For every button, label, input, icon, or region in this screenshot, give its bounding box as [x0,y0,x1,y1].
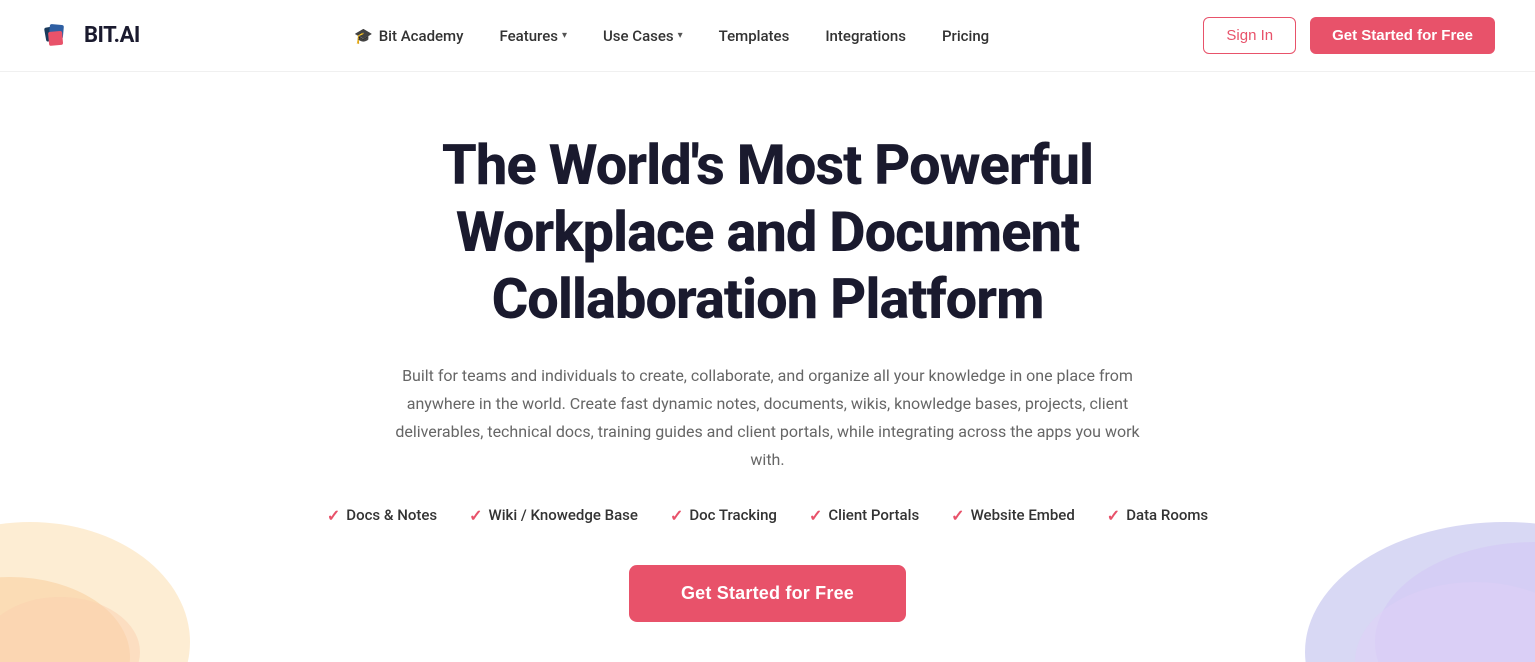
nav-item-academy[interactable]: 🎓 Bit Academy [354,27,463,45]
feature-label-docs: Docs & Notes [346,506,437,524]
features-link[interactable]: Features ▾ [499,27,567,45]
academy-link[interactable]: 🎓 Bit Academy [354,27,463,45]
nav-item-features[interactable]: Features ▾ [499,27,567,45]
logo[interactable]: BIT.AI [40,18,140,54]
feature-label-portals: Client Portals [828,506,919,524]
feature-label-embed: Website Embed [971,506,1075,524]
integrations-link[interactable]: Integrations [825,27,906,45]
nav-item-pricing[interactable]: Pricing [942,27,989,45]
check-icon-tracking: ✓ [670,506,683,525]
use-cases-chevron-icon: ▾ [678,30,683,41]
logo-icon [40,18,76,54]
deco-right-shape [1255,462,1535,662]
navbar: BIT.AI 🎓 Bit Academy Features ▾ Use Case… [0,0,1535,72]
deco-left-shape [0,482,220,662]
hero-subtitle: Built for teams and individuals to creat… [388,362,1148,474]
feature-label-tracking: Doc Tracking [689,506,777,524]
features-chevron-icon: ▾ [562,30,567,41]
feature-doc-tracking: ✓ Doc Tracking [670,506,777,525]
features-list: ✓ Docs & Notes ✓ Wiki / Knowedge Base ✓ … [318,506,1218,525]
check-icon-embed: ✓ [951,506,964,525]
feature-data-rooms: ✓ Data Rooms [1107,506,1208,525]
feature-client-portals: ✓ Client Portals [809,506,919,525]
feature-wiki: ✓ Wiki / Knowedge Base [469,506,638,525]
hero-content: The World's Most Powerful Workplace and … [318,132,1218,622]
nav-actions: Sign In Get Started for Free [1203,17,1495,54]
use-cases-link[interactable]: Use Cases ▾ [603,27,683,45]
signin-button[interactable]: Sign In [1203,17,1296,54]
academy-icon: 🎓 [354,27,373,45]
hero-section: The World's Most Powerful Workplace and … [0,72,1535,662]
feature-label-wiki: Wiki / Knowedge Base [489,506,638,524]
feature-website-embed: ✓ Website Embed [951,506,1075,525]
getstarted-nav-button[interactable]: Get Started for Free [1310,17,1495,54]
nav-links: 🎓 Bit Academy Features ▾ Use Cases ▾ Tem… [354,27,989,45]
getstarted-hero-button[interactable]: Get Started for Free [629,565,906,622]
check-icon-portals: ✓ [809,506,822,525]
nav-item-use-cases[interactable]: Use Cases ▾ [603,27,683,45]
check-icon-datarooms: ✓ [1107,506,1120,525]
check-icon-wiki: ✓ [469,506,482,525]
nav-item-integrations[interactable]: Integrations [825,27,906,45]
logo-text: BIT.AI [84,23,140,48]
feature-docs-notes: ✓ Docs & Notes [327,506,437,525]
templates-link[interactable]: Templates [719,27,790,45]
nav-item-templates[interactable]: Templates [719,27,790,45]
pricing-link[interactable]: Pricing [942,27,989,45]
feature-label-datarooms: Data Rooms [1126,506,1208,524]
check-icon-docs: ✓ [327,506,340,525]
hero-title: The World's Most Powerful Workplace and … [318,132,1218,334]
